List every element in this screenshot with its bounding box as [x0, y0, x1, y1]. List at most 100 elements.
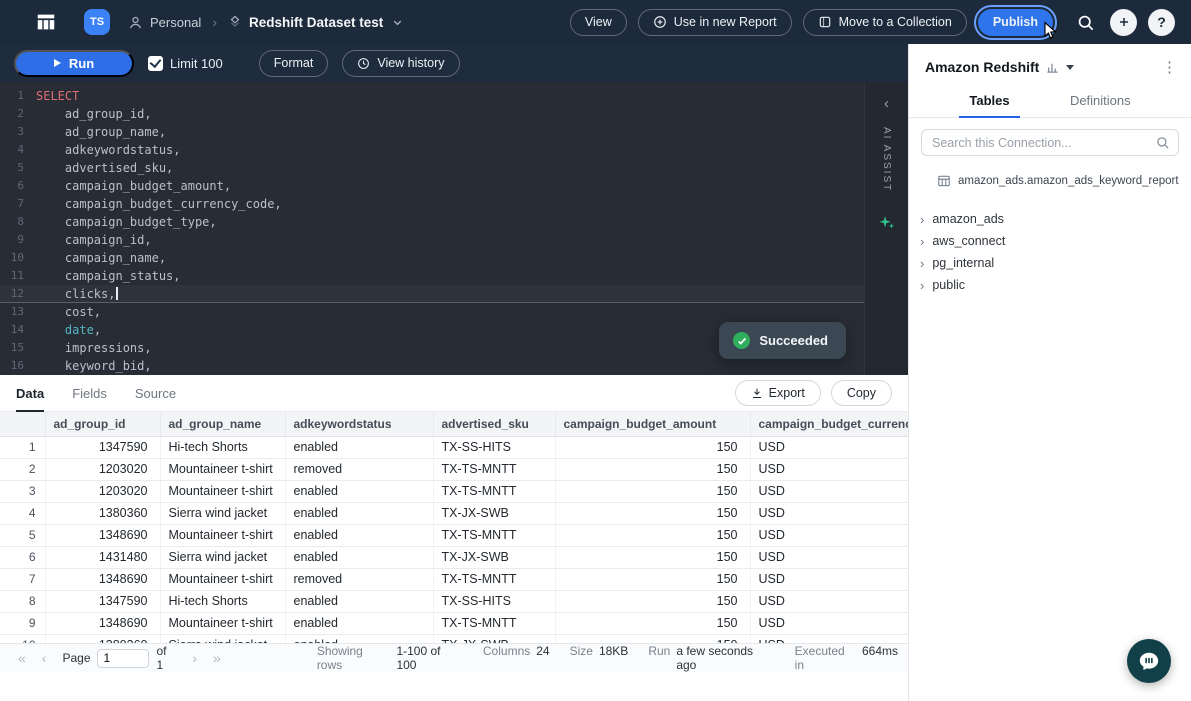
row-number[interactable]: 3: [0, 480, 45, 502]
table-cell[interactable]: USD: [750, 502, 908, 524]
page-input[interactable]: [97, 649, 149, 668]
table-cell[interactable]: Hi-tech Shorts: [160, 436, 285, 458]
tab-definitions[interactable]: Definitions: [1070, 84, 1131, 117]
table-cell[interactable]: TX-JX-SWB: [433, 546, 555, 568]
row-number[interactable]: 1: [0, 436, 45, 458]
table-cell[interactable]: 1203020: [45, 458, 160, 480]
collapse-chevron-icon[interactable]: ‹: [884, 96, 889, 111]
table-cell[interactable]: Mountaineer t-shirt: [160, 458, 285, 480]
limit-checkbox[interactable]: [148, 56, 163, 71]
table-cell[interactable]: Mountaineer t-shirt: [160, 612, 285, 634]
copy-button[interactable]: Copy: [831, 380, 892, 406]
table-cell[interactable]: Mountaineer t-shirt: [160, 480, 285, 502]
code-line[interactable]: 12 clicks,: [0, 285, 908, 303]
table-cell[interactable]: Mountaineer t-shirt: [160, 568, 285, 590]
first-page-button[interactable]: «: [10, 650, 34, 666]
table-cell[interactable]: TX-TS-MNTT: [433, 612, 555, 634]
table-cell[interactable]: enabled: [285, 612, 433, 634]
table-cell[interactable]: USD: [750, 590, 908, 612]
table-cell[interactable]: 1347590: [45, 436, 160, 458]
chevron-right-icon[interactable]: ›: [920, 213, 924, 226]
table-cell[interactable]: 150: [555, 634, 750, 643]
view-button[interactable]: View: [570, 9, 627, 36]
row-number[interactable]: 2: [0, 458, 45, 480]
column-header[interactable]: advertised_sku: [433, 412, 555, 436]
table-cell[interactable]: TX-TS-MNTT: [433, 458, 555, 480]
tab-data[interactable]: Data: [16, 375, 44, 411]
table-cell[interactable]: enabled: [285, 546, 433, 568]
table-cell[interactable]: removed: [285, 458, 433, 480]
table-cell[interactable]: Mountaineer t-shirt: [160, 524, 285, 546]
table-cell[interactable]: Sierra wind jacket: [160, 546, 285, 568]
tab-fields[interactable]: Fields: [72, 375, 107, 411]
document-title[interactable]: Redshift Dataset test: [249, 15, 383, 30]
row-number[interactable]: 5: [0, 524, 45, 546]
table-cell[interactable]: 150: [555, 502, 750, 524]
table-cell[interactable]: USD: [750, 634, 908, 643]
table-cell[interactable]: Hi-tech Shorts: [160, 590, 285, 612]
column-header[interactable]: campaign_budget_amount: [555, 412, 750, 436]
table-cell[interactable]: enabled: [285, 590, 433, 612]
table-cell[interactable]: enabled: [285, 436, 433, 458]
schema-item[interactable]: ›public: [909, 274, 1191, 296]
table-cell[interactable]: TX-JX-SWB: [433, 502, 555, 524]
code-line[interactable]: 6 campaign_budget_amount,: [0, 177, 908, 195]
tab-source[interactable]: Source: [135, 375, 176, 411]
table-cell[interactable]: USD: [750, 612, 908, 634]
schema-item[interactable]: ›aws_connect: [909, 230, 1191, 252]
search-input[interactable]: [921, 129, 1179, 156]
table-cell[interactable]: TX-SS-HITS: [433, 590, 555, 612]
code-line[interactable]: 7 campaign_budget_currency_code,: [0, 195, 908, 213]
table-cell[interactable]: USD: [750, 568, 908, 590]
code-line[interactable]: 16 keyword_bid,: [0, 357, 908, 375]
chevron-right-icon[interactable]: ›: [920, 235, 924, 248]
chat-launcher-button[interactable]: [1127, 639, 1171, 683]
table-cell[interactable]: 1431480: [45, 546, 160, 568]
row-number[interactable]: 10: [0, 634, 45, 643]
add-button[interactable]: [1110, 9, 1137, 36]
table-cell[interactable]: enabled: [285, 502, 433, 524]
code-line[interactable]: 2 ad_group_id,: [0, 105, 908, 123]
prev-page-button[interactable]: ‹: [34, 650, 55, 666]
help-button[interactable]: ?: [1148, 9, 1175, 36]
table-cell[interactable]: enabled: [285, 524, 433, 546]
code-line[interactable]: 3 ad_group_name,: [0, 123, 908, 141]
table-cell[interactable]: 150: [555, 612, 750, 634]
table-cell[interactable]: removed: [285, 568, 433, 590]
row-number[interactable]: 4: [0, 502, 45, 524]
table-cell[interactable]: USD: [750, 480, 908, 502]
use-in-new-report-button[interactable]: Use in new Report: [638, 9, 792, 36]
table-cell[interactable]: 1347590: [45, 590, 160, 612]
code-line[interactable]: 8 campaign_budget_type,: [0, 213, 908, 231]
schema-item[interactable]: ›amazon_ads: [909, 208, 1191, 230]
table-cell[interactable]: 1203020: [45, 480, 160, 502]
column-header[interactable]: adkeywordstatus: [285, 412, 433, 436]
column-header[interactable]: campaign_budget_currency_code: [750, 412, 908, 436]
row-number[interactable]: 9: [0, 612, 45, 634]
tab-tables[interactable]: Tables: [969, 84, 1009, 117]
table-cell[interactable]: TX-TS-MNTT: [433, 480, 555, 502]
table-cell[interactable]: 150: [555, 590, 750, 612]
table-cell[interactable]: 150: [555, 546, 750, 568]
workspace-link[interactable]: Personal: [150, 15, 201, 30]
table-cell[interactable]: 1380360: [45, 502, 160, 524]
table-cell[interactable]: 1380360: [45, 634, 160, 643]
table-cell[interactable]: USD: [750, 458, 908, 480]
format-button[interactable]: Format: [259, 50, 329, 77]
table-cell[interactable]: enabled: [285, 480, 433, 502]
column-header[interactable]: ad_group_name: [160, 412, 285, 436]
table-cell[interactable]: 1348690: [45, 612, 160, 634]
export-button[interactable]: Export: [735, 380, 821, 406]
table-cell[interactable]: Sierra wind jacket: [160, 634, 285, 643]
code-line[interactable]: 10 campaign_name,: [0, 249, 908, 267]
table-cell[interactable]: TX-TS-MNTT: [433, 568, 555, 590]
table-cell[interactable]: 1348690: [45, 524, 160, 546]
table-cell[interactable]: 1348690: [45, 568, 160, 590]
chevron-right-icon[interactable]: ›: [920, 257, 924, 270]
code-line[interactable]: 1SELECT: [0, 87, 908, 105]
chevron-right-icon[interactable]: ›: [920, 279, 924, 292]
code-line[interactable]: 9 campaign_id,: [0, 231, 908, 249]
row-number[interactable]: 7: [0, 568, 45, 590]
table-cell[interactable]: USD: [750, 436, 908, 458]
code-line[interactable]: 4 adkeywordstatus,: [0, 141, 908, 159]
